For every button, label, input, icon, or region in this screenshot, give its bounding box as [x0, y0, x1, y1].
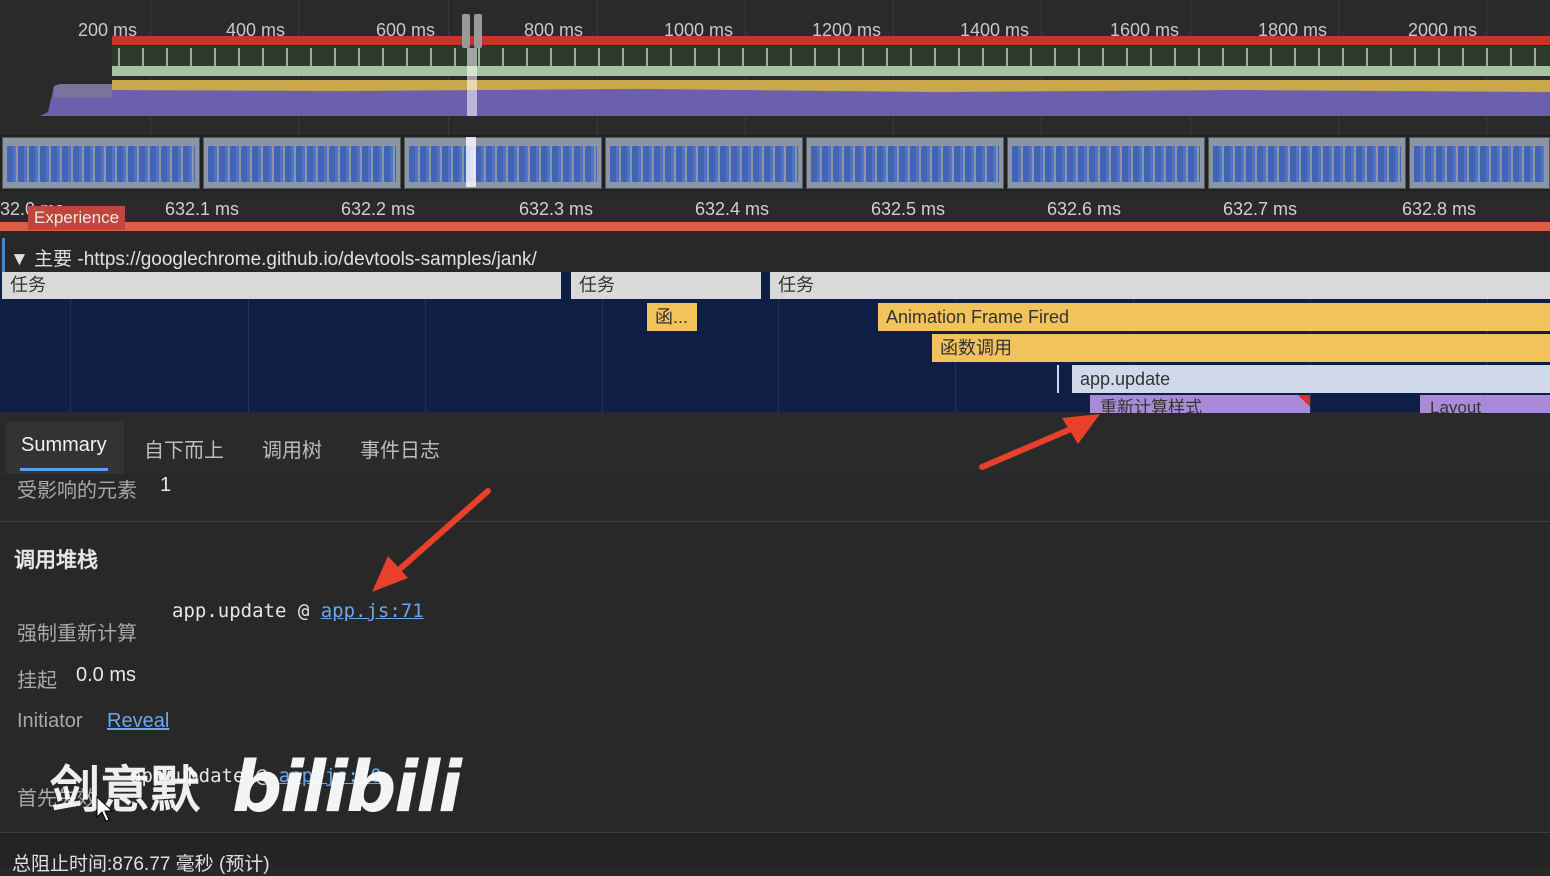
annotation-arrow-icon [372, 488, 491, 592]
annotation-arrow-icon [979, 414, 1100, 470]
annotation-arrows [372, 414, 1100, 592]
